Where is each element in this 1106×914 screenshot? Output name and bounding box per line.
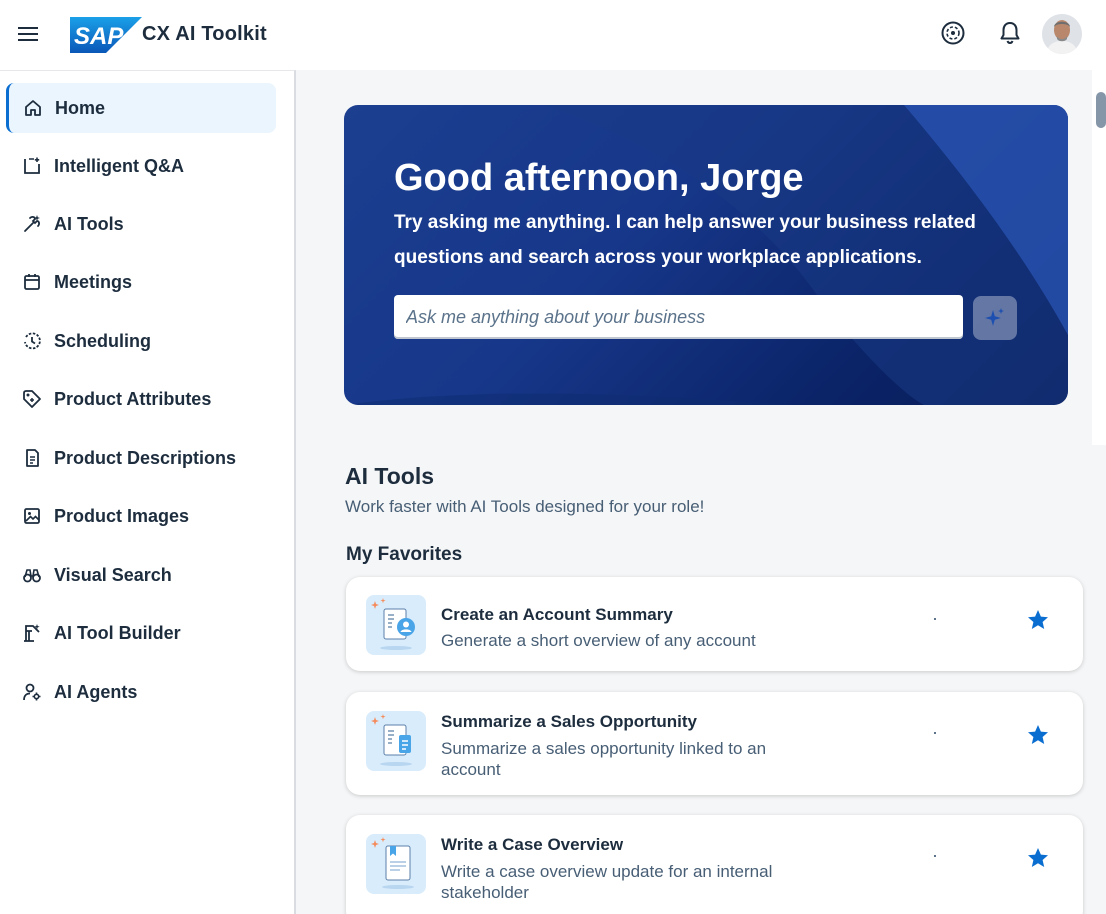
favorite-star-icon[interactable] — [1026, 608, 1050, 632]
qa-icon — [24, 157, 40, 174]
calendar-icon — [24, 274, 40, 290]
sidebar-item-label: Meetings — [54, 271, 133, 292]
favorites-title: My Favorites — [346, 544, 463, 565]
sidebar-item-label: Home — [55, 97, 106, 118]
notification-bell-icon[interactable] — [997, 20, 1023, 46]
hero-banner: Good afternoon, Jorge Try asking me anyt… — [344, 105, 1068, 405]
tool-card-title: Create an Account Summary — [441, 605, 673, 624]
sidebar-item-product-attributes[interactable]: Product Attributes — [8, 374, 278, 424]
sidebar-item-intelligent-qa[interactable]: Intelligent Q&A — [8, 141, 278, 191]
document-icon — [26, 449, 39, 467]
sidebar-item-label: AI Agents — [54, 681, 138, 702]
account-summary-icon — [371, 598, 415, 650]
divider-dot — [934, 855, 936, 857]
tool-card-account-summary[interactable]: Create an Account Summary Generate a sho… — [346, 577, 1083, 671]
menu-icon[interactable] — [16, 23, 40, 47]
sidebar-item-label: Visual Search — [54, 564, 172, 585]
binoculars-icon — [23, 569, 41, 583]
sidebar-item-label: Product Attributes — [54, 388, 212, 409]
app-header: SAP CX AI Toolkit — [0, 0, 1106, 70]
section-title: AI Tools — [345, 463, 435, 489]
sidebar-item-ai-tool-builder[interactable]: AI Tool Builder — [8, 608, 278, 658]
home-icon — [25, 100, 41, 116]
sidebar-item-visual-search[interactable]: Visual Search — [8, 550, 278, 600]
sidebar-item-label: Product Images — [54, 505, 190, 526]
sidebar-item-label: AI Tools — [54, 213, 124, 234]
tool-tile — [366, 834, 426, 894]
divider-dot — [934, 618, 936, 620]
user-avatar[interactable] — [1042, 14, 1082, 54]
scrollbar-thumb[interactable] — [1096, 92, 1106, 128]
sidebar-item-meetings[interactable]: Meetings — [8, 257, 278, 307]
sidebar: Home Intelligent Q&A AI Tools Meetings S… — [0, 70, 296, 914]
ask-submit-button[interactable] — [973, 296, 1017, 340]
tool-card-description: Summarize a sales opportunity linked to … — [441, 739, 767, 779]
sparkle-icon — [985, 308, 1004, 326]
tool-card-title: Summarize a Sales Opportunity — [441, 712, 698, 731]
tool-card-description: Generate a short overview of any account — [441, 631, 756, 650]
case-overview-icon — [371, 837, 414, 889]
sales-opportunity-icon — [371, 714, 412, 766]
sidebar-item-product-images[interactable]: Product Images — [8, 491, 278, 541]
favorite-star-icon[interactable] — [1026, 846, 1050, 870]
sidebar-item-label: Product Descriptions — [54, 447, 237, 468]
sidebar-item-label: AI Tool Builder — [54, 622, 181, 643]
hero-greeting: Good afternoon, Jorge — [394, 157, 804, 199]
tool-tile — [366, 595, 426, 655]
sidebar-item-product-descriptions[interactable]: Product Descriptions — [8, 433, 278, 483]
section-subtitle: Work faster with AI Tools designed for y… — [345, 497, 705, 516]
avatar-photo — [1042, 14, 1082, 54]
favorite-star-icon[interactable] — [1026, 723, 1050, 747]
tag-icon — [23, 390, 41, 408]
sidebar-item-label: Intelligent Q&A — [54, 155, 184, 176]
tool-card-title: Write a Case Overview — [441, 835, 624, 854]
sidebar-item-ai-tools[interactable]: AI Tools — [8, 199, 278, 249]
sidebar-item-ai-agents[interactable]: AI Agents — [8, 667, 278, 717]
sap-logo: SAP — [70, 17, 142, 53]
tool-card-description: Write a case overview update for an inte… — [441, 862, 773, 902]
tool-tile — [366, 711, 426, 771]
sidebar-item-home[interactable]: Home — [6, 83, 276, 133]
app-title: CX AI Toolkit — [142, 23, 267, 45]
sidebar-item-label: Scheduling — [54, 330, 152, 351]
hero-subtitle: Try asking me anything. I can help answe… — [394, 212, 976, 268]
ai-assist-icon[interactable] — [940, 20, 966, 46]
image-icon — [24, 508, 40, 524]
history-icon — [24, 332, 41, 350]
sap-logo-text: SAP — [74, 23, 124, 50]
tool-card-case-overview[interactable]: Write a Case Overview Write a case overv… — [346, 815, 1083, 914]
divider-dot — [934, 732, 936, 734]
ask-input[interactable] — [394, 295, 963, 339]
tool-card-sales-opportunity[interactable]: Summarize a Sales Opportunity Summarize … — [346, 692, 1083, 795]
sidebar-item-scheduling[interactable]: Scheduling — [8, 316, 278, 366]
builder-icon — [24, 624, 40, 642]
agent-icon — [23, 683, 41, 701]
tools-icon — [24, 215, 40, 232]
main-content: Good afternoon, Jorge Try asking me anyt… — [296, 70, 1106, 914]
